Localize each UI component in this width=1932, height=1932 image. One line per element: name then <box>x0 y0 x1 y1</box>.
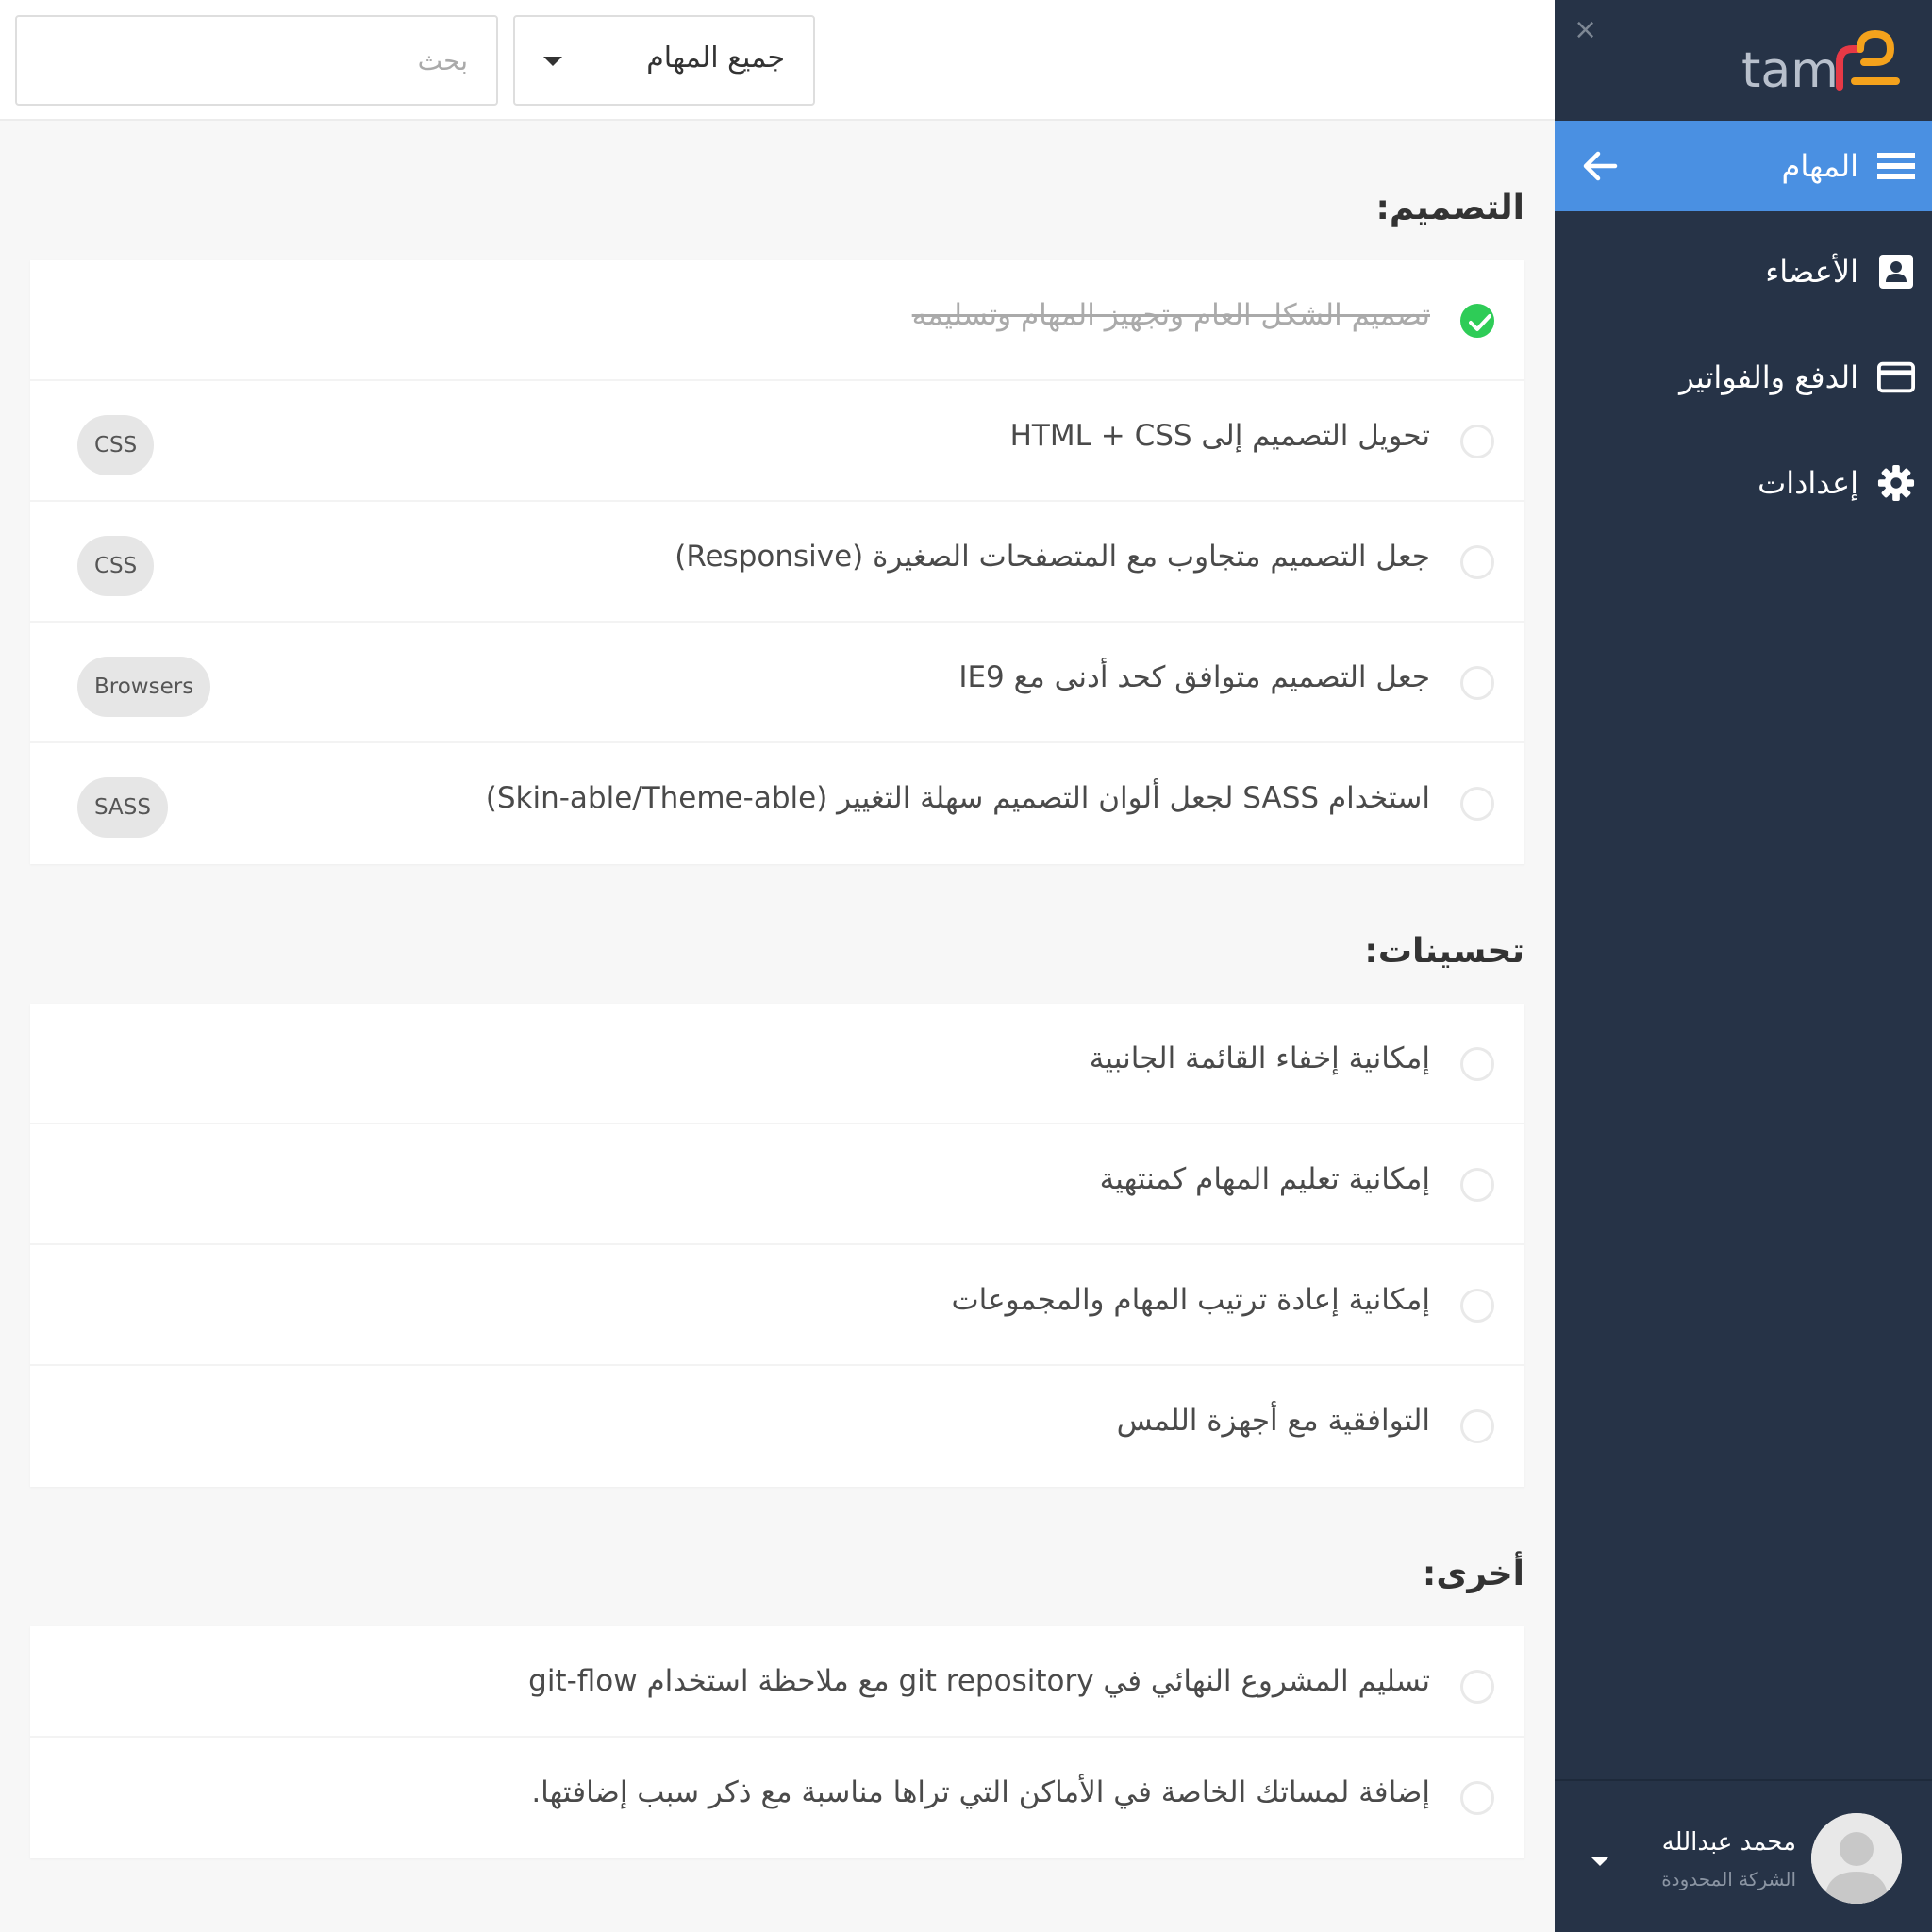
group-title-design: التصميم: <box>1375 189 1524 227</box>
sidebar-item-label: الأعضاء <box>1765 254 1858 290</box>
sidebar-item-label: إعدادات <box>1757 465 1858 501</box>
task-checkbox[interactable] <box>1460 666 1494 700</box>
task-row[interactable]: إضافة لمساتك الخاصة في الأماكن التي تراه… <box>30 1738 1524 1858</box>
task-text: إمكانية إخفاء القائمة الجانبية <box>1089 1041 1430 1075</box>
task-row[interactable]: جعل التصميم متجاوب مع المتصفحات الصغيرة … <box>30 502 1524 623</box>
user-profile[interactable]: محمد عبدالله الشركة المحدودة <box>1555 1779 1932 1932</box>
task-group-card: تسليم المشروع النهائي في git repository … <box>30 1626 1524 1858</box>
sidebar-item-label: الدفع والفواتير <box>1679 359 1858 395</box>
task-checkbox[interactable] <box>1460 1670 1494 1704</box>
sidebar-item-members[interactable]: الأعضاء <box>1555 226 1932 317</box>
task-text: تصميم الشكل العام وتجهيز المهام وتسليمه <box>911 298 1430 332</box>
task-row[interactable]: إمكانية إخفاء القائمة الجانبية <box>30 1004 1524 1124</box>
task-checkbox[interactable] <box>1460 787 1494 821</box>
caret-down-icon[interactable] <box>1591 1857 1609 1866</box>
task-tag[interactable]: SASS <box>77 777 168 838</box>
task-checkbox[interactable] <box>1460 1409 1494 1443</box>
contact-card-icon <box>1877 253 1915 291</box>
sidebar-item-label: المهام <box>1781 148 1858 184</box>
task-text: جعل التصميم متوافق كحد أدنى مع IE9 <box>958 660 1430 694</box>
task-tag[interactable]: CSS <box>77 536 155 596</box>
checkmark-icon[interactable] <box>1460 304 1494 338</box>
search-input[interactable] <box>17 17 496 104</box>
task-checkbox[interactable] <box>1460 545 1494 579</box>
task-checkbox[interactable] <box>1460 425 1494 458</box>
sidebar: × tam المهام الأعضاء الدفع والفواتير إعد… <box>1555 0 1932 1932</box>
task-tag[interactable]: CSS <box>77 415 155 475</box>
task-checkbox[interactable] <box>1460 1047 1494 1081</box>
sidebar-item-tasks[interactable]: المهام <box>1555 121 1932 211</box>
sidebar-item-billing[interactable]: الدفع والفواتير <box>1555 332 1932 423</box>
task-filter-select[interactable]: جميع المهام <box>513 15 815 106</box>
avatar[interactable] <box>1811 1813 1902 1904</box>
task-text: إمكانية إعادة ترتيب المهام والمجموعات <box>951 1283 1431 1317</box>
search-box[interactable] <box>15 15 498 106</box>
task-row[interactable]: تسليم المشروع النهائي في git repository … <box>30 1626 1524 1738</box>
task-row[interactable]: تصميم الشكل العام وتجهيز المهام وتسليمه <box>30 260 1524 381</box>
task-row[interactable]: تحويل التصميم إلى HTML + CSS CSS <box>30 381 1524 502</box>
top-bar: جميع المهام <box>0 0 1555 121</box>
task-checkbox[interactable] <box>1460 1289 1494 1323</box>
user-name: محمد عبدالله <box>1661 1828 1796 1857</box>
user-company: الشركة المحدودة <box>1661 1868 1796 1890</box>
credit-card-icon <box>1877 358 1915 396</box>
task-text: استخدام SASS لجعل ألوان التصميم سهلة الت… <box>485 781 1430 815</box>
task-checkbox[interactable] <box>1460 1168 1494 1202</box>
group-title-other: أخرى: <box>1422 1555 1524 1593</box>
task-row[interactable]: إمكانية إعادة ترتيب المهام والمجموعات <box>30 1245 1524 1366</box>
task-row[interactable]: جعل التصميم متوافق كحد أدنى مع IE9 Brows… <box>30 623 1524 743</box>
caret-down-icon <box>543 57 562 66</box>
task-group-card: إمكانية إخفاء القائمة الجانبية إمكانية ت… <box>30 1004 1524 1487</box>
task-tag[interactable]: Browsers <box>77 657 211 717</box>
task-text: جعل التصميم متجاوب مع المتصفحات الصغيرة … <box>675 540 1430 574</box>
hamburger-icon <box>1877 147 1915 185</box>
task-group-card: تصميم الشكل العام وتجهيز المهام وتسليمه … <box>30 260 1524 864</box>
task-row[interactable]: إمكانية تعليم المهام كمنتهية <box>30 1124 1524 1245</box>
app-logo[interactable]: tam <box>1741 28 1902 99</box>
task-text: تحويل التصميم إلى HTML + CSS <box>1009 419 1430 453</box>
task-text: تسليم المشروع النهائي في git repository … <box>528 1664 1430 1698</box>
task-row[interactable]: التوافقية مع أجهزة اللمس <box>30 1366 1524 1487</box>
task-row[interactable]: استخدام SASS لجعل ألوان التصميم سهلة الت… <box>30 743 1524 864</box>
gear-icon <box>1877 464 1915 502</box>
group-title-improvements: تحسينات: <box>1364 932 1524 971</box>
task-text: التوافقية مع أجهزة اللمس <box>1116 1404 1430 1438</box>
task-text: إضافة لمساتك الخاصة في الأماكن التي تراه… <box>531 1775 1430 1809</box>
task-checkbox[interactable] <box>1460 1781 1494 1815</box>
arrow-left-icon[interactable] <box>1581 147 1619 185</box>
sidebar-item-settings[interactable]: إعدادات <box>1555 438 1932 528</box>
filter-selected-value: جميع المهام <box>646 42 785 75</box>
task-text: إمكانية تعليم المهام كمنتهية <box>1099 1162 1430 1196</box>
close-icon[interactable]: × <box>1574 13 1597 47</box>
logo-text: tam <box>1741 42 1839 94</box>
